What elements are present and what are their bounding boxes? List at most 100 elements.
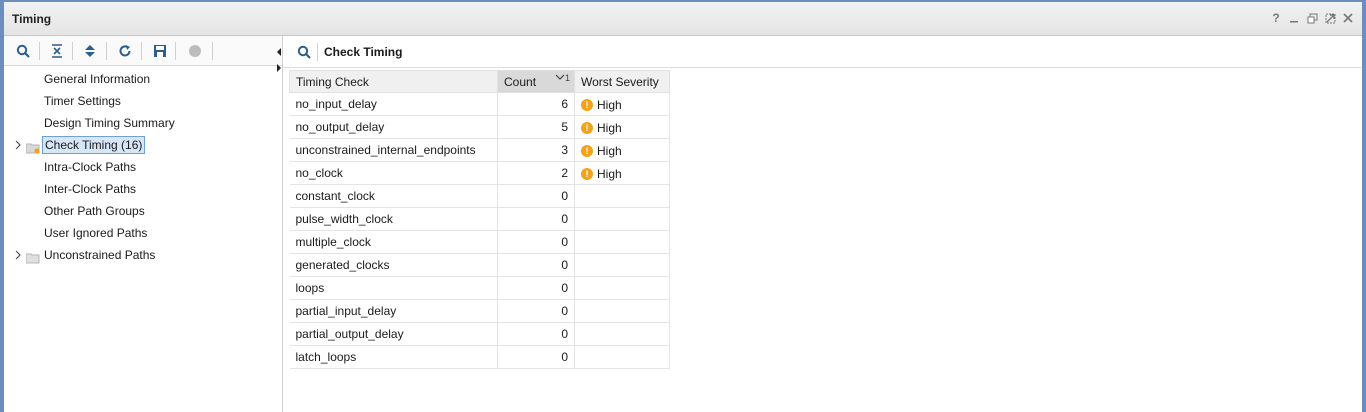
- cell-worst-severity: [574, 345, 670, 369]
- cell-timing-check: partial_output_delay: [289, 322, 498, 346]
- tree-item-design-timing-summary[interactable]: Design Timing Summary: [4, 112, 282, 134]
- cell-timing-check: no_clock: [289, 161, 498, 185]
- tree-item-timer-settings[interactable]: Timer Settings: [4, 90, 282, 112]
- cell-count: 0: [497, 276, 575, 300]
- table-row[interactable]: loops 0: [289, 276, 670, 300]
- table-row[interactable]: partial_output_delay 0: [289, 322, 670, 346]
- cell-worst-severity: [574, 230, 670, 254]
- tree-item-other-path-groups[interactable]: Other Path Groups: [4, 200, 282, 222]
- toolbar-separator: [141, 42, 142, 60]
- refresh-icon[interactable]: [116, 42, 134, 60]
- save-icon[interactable]: [151, 42, 169, 60]
- tree-item-unconstrained-paths[interactable]: Unconstrained Paths: [4, 244, 282, 266]
- tree-item-label: Intra-Clock Paths: [44, 160, 137, 174]
- tree-item-label: Unconstrained Paths: [44, 248, 156, 262]
- minimize-icon[interactable]: [1288, 11, 1300, 25]
- severity-badge: ! High: [581, 98, 622, 112]
- table-row[interactable]: generated_clocks 0: [289, 253, 670, 277]
- tree-item-intra-clock-paths[interactable]: Intra-Clock Paths: [4, 156, 282, 178]
- cell-count: 3: [497, 138, 575, 162]
- table-row[interactable]: no_clock 2! High: [289, 161, 670, 185]
- table-row[interactable]: pulse_width_clock 0: [289, 207, 670, 231]
- cell-worst-severity: [574, 276, 670, 300]
- chevron-right-icon[interactable]: [14, 244, 24, 266]
- table-row[interactable]: latch_loops 0: [289, 345, 670, 369]
- toolbar-separator: [72, 42, 73, 60]
- timing-tree: General Information Timer Settings Desig…: [4, 68, 282, 266]
- column-header-label: Count: [504, 74, 537, 89]
- right-pane: Check Timing Timing Check Count 1 Worst …: [283, 36, 1362, 412]
- toolbar-separator: [212, 42, 213, 60]
- cell-timing-check: unconstrained_internal_endpoints: [289, 138, 498, 162]
- stop-icon: [186, 42, 204, 60]
- restore-icon[interactable]: [1306, 11, 1318, 25]
- search-icon[interactable]: [14, 42, 32, 60]
- severity-label: High: [597, 120, 622, 135]
- cell-timing-check: no_output_delay: [289, 115, 498, 139]
- table-row[interactable]: multiple_clock 0: [289, 230, 670, 254]
- cell-timing-check: latch_loops: [289, 345, 498, 369]
- cell-worst-severity: [574, 253, 670, 277]
- tree-item-label: Check Timing (16): [42, 136, 146, 154]
- tree-item-label: Other Path Groups: [44, 204, 145, 218]
- toolbar-separator: [39, 42, 40, 60]
- cell-timing-check: multiple_clock: [289, 230, 498, 254]
- severity-label: High: [597, 97, 622, 112]
- cell-timing-check: loops: [289, 276, 498, 300]
- chevron-right-icon[interactable]: [14, 134, 24, 156]
- severity-badge: ! High: [581, 121, 622, 135]
- close-icon[interactable]: [1342, 11, 1354, 25]
- tree-item-label: Timer Settings: [44, 94, 121, 108]
- table-row[interactable]: partial_input_delay 0: [289, 299, 670, 323]
- cell-count: 0: [497, 253, 575, 277]
- tree-item-check-timing[interactable]: Check Timing (16): [4, 134, 282, 156]
- sort-descending-icon: 1: [555, 73, 570, 83]
- cell-count: 6: [497, 92, 575, 116]
- severity-badge: ! High: [581, 144, 622, 158]
- tree-item-label: User Ignored Paths: [44, 226, 148, 240]
- panel-title: Check Timing: [324, 45, 403, 59]
- cell-timing-check: generated_clocks: [289, 253, 498, 277]
- cell-count: 0: [497, 207, 575, 231]
- severity-label: High: [597, 143, 622, 158]
- tree-item-label: Design Timing Summary: [44, 116, 175, 130]
- cell-count: 5: [497, 115, 575, 139]
- sort-rank: 1: [564, 72, 570, 83]
- cell-timing-check: constant_clock: [289, 184, 498, 208]
- title-bar: Timing ?: [4, 2, 1362, 36]
- cell-timing-check: pulse_width_clock: [289, 207, 498, 231]
- table-row[interactable]: unconstrained_internal_endpoints 3 ! High: [289, 138, 670, 162]
- maximize-icon[interactable]: [1324, 11, 1336, 25]
- window-title: Timing: [12, 12, 52, 26]
- column-header-count[interactable]: Count 1: [497, 70, 575, 93]
- tree-item-user-ignored-paths[interactable]: User Ignored Paths: [4, 222, 282, 244]
- table-row[interactable]: constant_clock 0: [289, 184, 670, 208]
- tree-item-inter-clock-paths[interactable]: Inter-Clock Paths: [4, 178, 282, 200]
- warning-icon: !: [581, 98, 593, 111]
- cell-count: 0: [497, 322, 575, 346]
- cell-worst-severity: ! High: [574, 92, 670, 116]
- tree-item-general-information[interactable]: General Information: [4, 68, 282, 90]
- toolbar-separator: [175, 42, 176, 60]
- expand-all-icon[interactable]: [81, 42, 99, 60]
- timing-window: Timing ? General Information Timer Setti…: [0, 0, 1366, 412]
- table-row[interactable]: no_output_delay 5! High: [289, 115, 670, 139]
- cell-worst-severity: ! High: [574, 115, 670, 139]
- cell-count: 2: [497, 161, 575, 185]
- warning-icon: !: [581, 121, 593, 134]
- help-icon[interactable]: ?: [1270, 11, 1282, 25]
- table-row[interactable]: no_input_delay 6! High: [289, 92, 670, 116]
- column-header-timing-check[interactable]: Timing Check: [289, 70, 498, 93]
- search-icon[interactable]: [295, 43, 313, 61]
- cell-count: 0: [497, 184, 575, 208]
- cell-worst-severity: [574, 322, 670, 346]
- cell-worst-severity: ! High: [574, 138, 670, 162]
- column-header-worst-severity[interactable]: Worst Severity: [574, 70, 670, 93]
- cell-count: 0: [497, 345, 575, 369]
- cell-timing-check: partial_input_delay: [289, 299, 498, 323]
- cell-count: 0: [497, 299, 575, 323]
- tree-item-label: General Information: [44, 72, 151, 86]
- cell-timing-check: no_input_delay: [289, 92, 498, 116]
- cell-worst-severity: [574, 299, 670, 323]
- collapse-all-icon[interactable]: [48, 42, 66, 60]
